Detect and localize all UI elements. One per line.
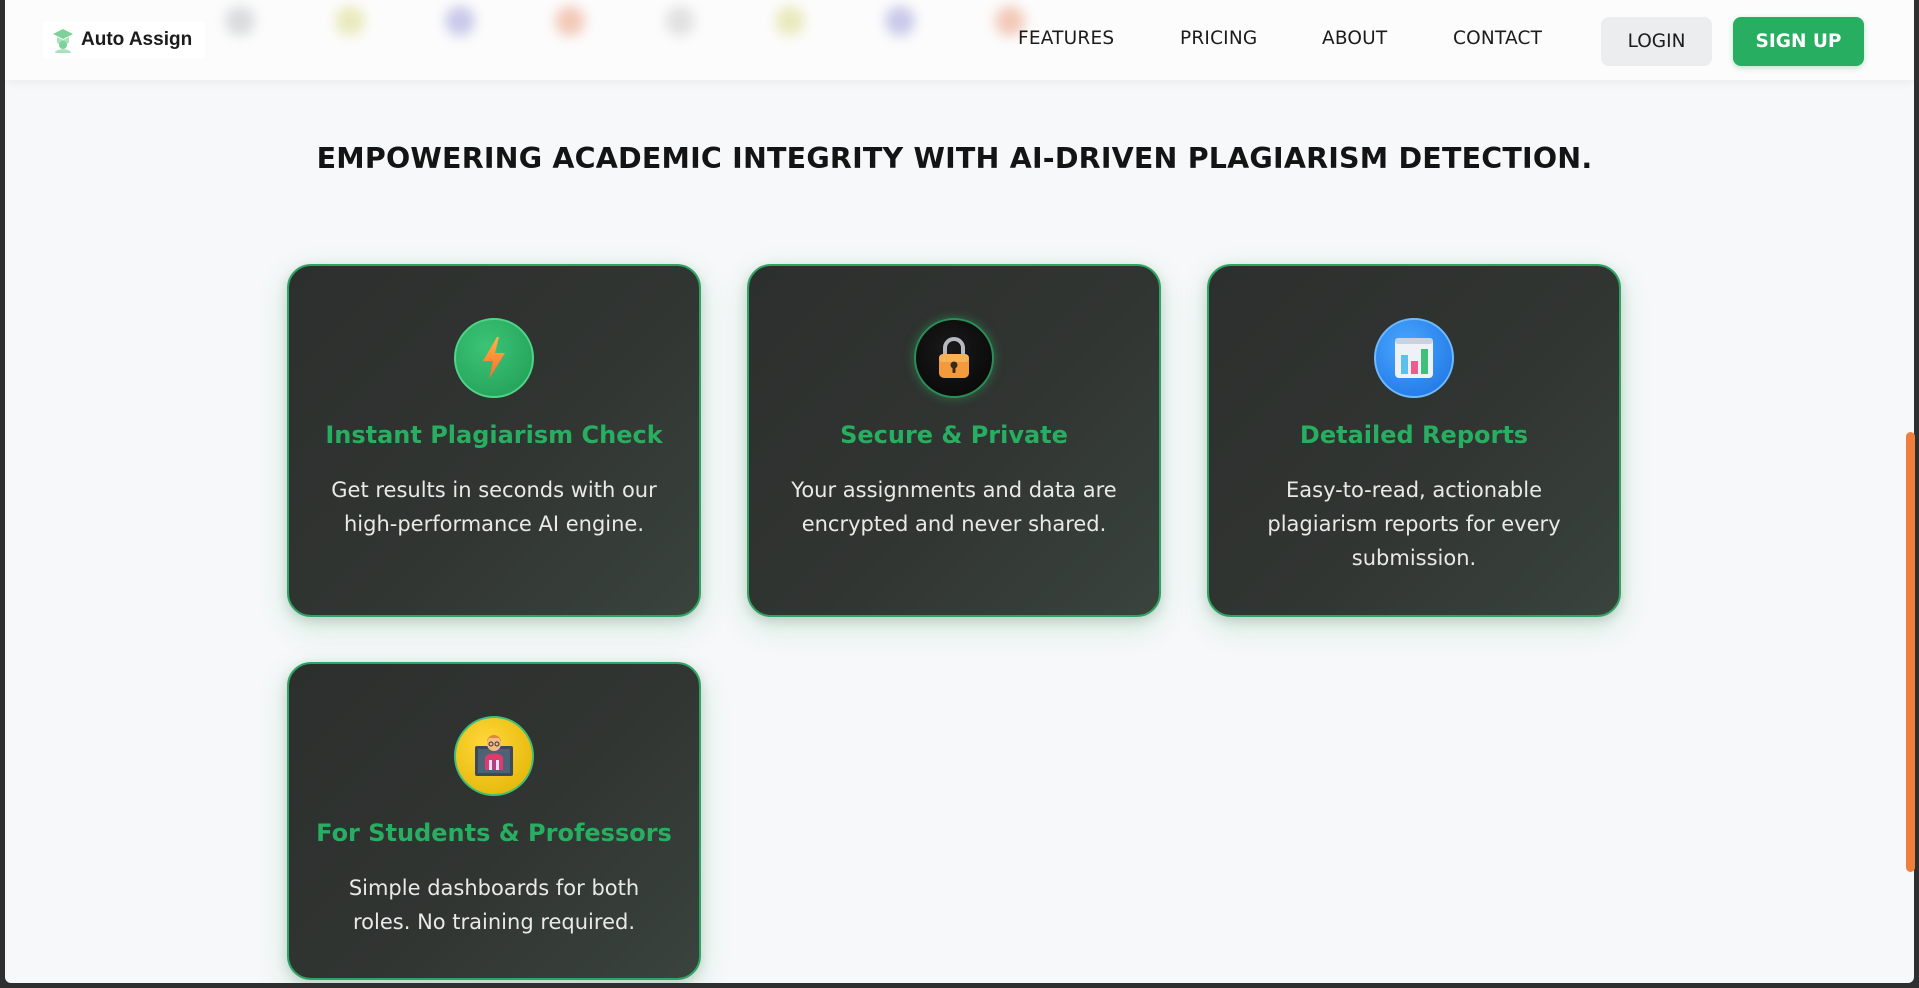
nav-link-pricing[interactable]: PRICING (1180, 28, 1257, 49)
feature-title: Instant Plagiarism Check (325, 421, 663, 449)
decorative-blur (335, 6, 365, 36)
top-navbar: Auto Assign FEATURES PRICING ABOUT CONTA… (5, 0, 1914, 80)
feature-card-secure-private: Secure & Private Your assignments and da… (747, 264, 1161, 617)
page: Auto Assign FEATURES PRICING ABOUT CONTA… (5, 0, 1914, 983)
page-scrollbar[interactable] (1906, 432, 1915, 872)
feature-title: Detailed Reports (1299, 421, 1529, 449)
feature-description: Simple dashboards for both roles. No tra… (348, 876, 640, 934)
nav-link-contact[interactable]: CONTACT (1453, 28, 1542, 49)
brand-name: Auto Assign (81, 29, 193, 50)
signup-button[interactable]: SIGN UP (1733, 17, 1864, 66)
feature-description: Your assignments and data are encrypted … (791, 478, 1117, 536)
nav-link-about[interactable]: ABOUT (1322, 28, 1387, 49)
decorative-blur (555, 6, 585, 36)
graduate-icon (51, 27, 75, 53)
feature-card-detailed-reports: Detailed Reports Easy-to-read, actionabl… (1207, 264, 1621, 617)
feature-card-students-professors: For Students & Professors Simple dashboa… (287, 662, 701, 980)
bar-chart-icon (1374, 318, 1454, 398)
feature-description: Get results in seconds with our high-per… (331, 478, 657, 536)
lightning-icon (454, 318, 534, 398)
decorative-blur (885, 6, 915, 36)
decorative-blur (775, 6, 805, 36)
feature-title: Secure & Private (840, 421, 1068, 449)
feature-description: Easy-to-read, actionable plagiarism repo… (1267, 478, 1561, 570)
brand-logo[interactable]: Auto Assign (43, 21, 205, 59)
feature-title: For Students & Professors (316, 819, 672, 847)
login-button[interactable]: LOGIN (1601, 17, 1712, 66)
decorative-blur (225, 6, 255, 36)
decorative-blur (665, 6, 695, 36)
section-headline: EMPOWERING ACADEMIC INTEGRITY WITH AI-DR… (316, 142, 1593, 175)
nav-link-features[interactable]: FEATURES (1018, 28, 1114, 49)
teacher-icon (454, 716, 534, 796)
decorative-blur (445, 6, 475, 36)
feature-card-instant-check: Instant Plagiarism Check Get results in … (287, 264, 701, 617)
lock-icon (914, 318, 994, 398)
